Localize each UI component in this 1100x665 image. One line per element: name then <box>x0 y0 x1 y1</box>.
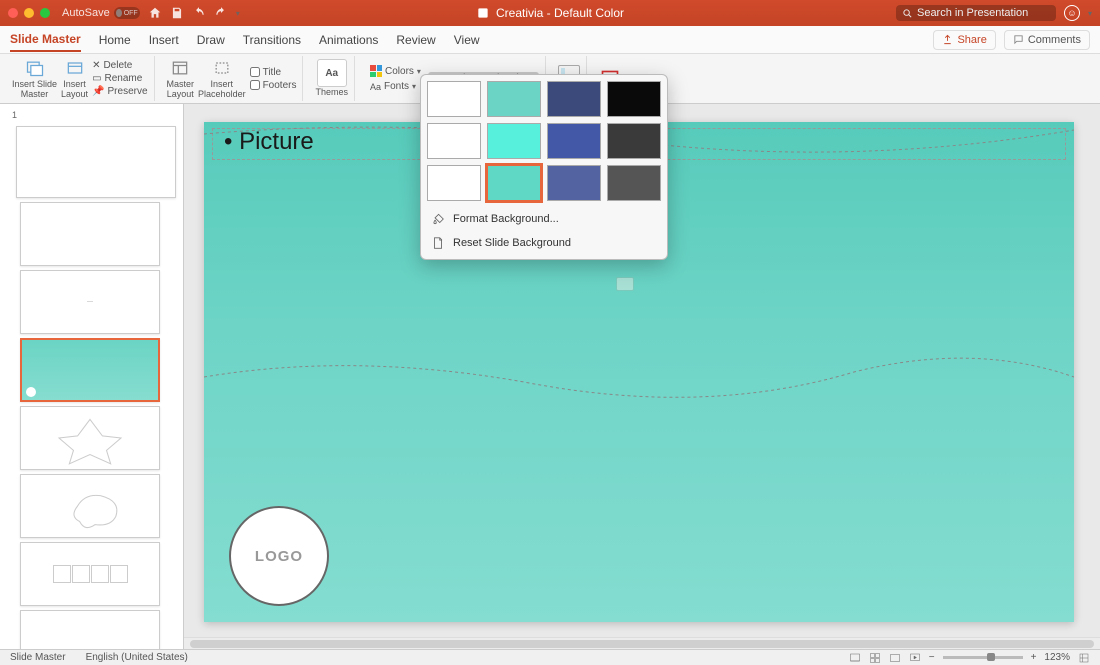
close-window[interactable] <box>8 8 18 18</box>
layout-thumb-5[interactable] <box>20 474 160 538</box>
reading-view-icon[interactable] <box>889 652 901 664</box>
rename-button[interactable]: ▭Rename <box>92 73 147 84</box>
background-style-swatch-1[interactable] <box>487 81 541 117</box>
redo-icon[interactable] <box>214 6 228 20</box>
layout-thumb-2[interactable]: — <box>20 270 160 334</box>
tab-insert[interactable]: Insert <box>149 33 179 47</box>
thumbnail-panel[interactable]: 1 — <box>0 104 184 649</box>
window-controls[interactable] <box>8 8 50 18</box>
background-style-swatch-2[interactable] <box>547 81 601 117</box>
home-icon[interactable] <box>148 6 162 20</box>
colors-dropdown[interactable]: Colors▾ <box>367 64 424 78</box>
title-bar: AutoSave OFF ▾ Creativia - Default Color… <box>0 0 1100 26</box>
insert-placeholder-button[interactable]: Insert Placeholder <box>198 57 246 100</box>
status-mode: Slide Master <box>10 652 66 663</box>
undo-icon[interactable] <box>192 6 206 20</box>
document-title: Creativia - Default Color <box>476 6 624 20</box>
sorter-view-icon[interactable] <box>869 652 881 664</box>
background-style-swatch-7[interactable] <box>607 123 661 159</box>
fonts-dropdown[interactable]: AaFonts▾ <box>367 80 424 93</box>
background-style-swatch-8[interactable] <box>427 165 481 201</box>
search-placeholder: Search in Presentation <box>917 7 1028 19</box>
zoom-slider[interactable] <box>943 656 1023 659</box>
layout-thumb-6[interactable] <box>20 542 160 606</box>
share-button[interactable]: Share <box>933 30 995 50</box>
title-checkbox[interactable]: Title <box>250 67 297 78</box>
save-icon[interactable] <box>170 6 184 20</box>
master-layout-button[interactable]: Master Layout <box>167 57 195 100</box>
layout-thumb-3[interactable] <box>20 338 160 402</box>
autosave-state: OFF <box>124 10 138 17</box>
layout-thumb-4[interactable] <box>20 406 160 470</box>
slideshow-icon[interactable] <box>909 652 921 664</box>
zoom-out[interactable]: − <box>929 652 935 663</box>
minimize-window[interactable] <box>24 8 34 18</box>
picture-placeholder-icon[interactable] <box>616 277 634 291</box>
tab-view[interactable]: View <box>454 33 480 47</box>
format-background-item[interactable]: Format Background... <box>421 207 667 231</box>
comment-icon <box>1013 34 1024 45</box>
tab-transitions[interactable]: Transitions <box>243 33 301 47</box>
themes-button[interactable]: Aa Themes <box>315 59 348 98</box>
background-style-swatch-11[interactable] <box>607 165 661 201</box>
background-style-swatch-10[interactable] <box>547 165 601 201</box>
background-styles-popover: Format Background... Reset Slide Backgro… <box>420 74 668 260</box>
qat-more[interactable]: ▾ <box>236 9 240 18</box>
page-icon <box>431 236 445 250</box>
autosave-toggle[interactable]: AutoSave OFF <box>62 7 140 19</box>
background-style-swatch-6[interactable] <box>547 123 601 159</box>
reset-background-item[interactable]: Reset Slide Background <box>421 231 667 255</box>
ribbon-tabs: Slide Master Home Insert Draw Transition… <box>0 26 1100 54</box>
share-icon <box>942 34 953 45</box>
layout-thumb-7[interactable] <box>20 610 160 649</box>
background-style-swatch-5[interactable] <box>487 123 541 159</box>
maximize-window[interactable] <box>40 8 50 18</box>
autosave-label: AutoSave <box>62 7 110 19</box>
background-style-swatch-3[interactable] <box>607 81 661 117</box>
account-icon[interactable]: ☺ <box>1064 5 1080 21</box>
app-icon <box>476 6 490 20</box>
master-number: 1 <box>12 110 17 120</box>
background-style-swatch-4[interactable] <box>427 123 481 159</box>
fit-icon[interactable] <box>1078 652 1090 664</box>
tab-draw[interactable]: Draw <box>197 33 225 47</box>
tab-home[interactable]: Home <box>99 33 131 47</box>
bucket-icon <box>431 212 445 226</box>
delete-button[interactable]: ✕Delete <box>92 60 147 71</box>
background-style-swatch-0[interactable] <box>427 81 481 117</box>
tab-slide-master[interactable]: Slide Master <box>10 32 81 52</box>
background-style-swatch-9[interactable] <box>487 165 541 201</box>
zoom-level[interactable]: 123% <box>1044 652 1070 663</box>
tab-review[interactable]: Review <box>396 33 435 47</box>
search-icon <box>902 8 913 19</box>
logo-placeholder[interactable]: LOGO <box>229 506 329 606</box>
account-menu[interactable]: ▾ <box>1088 9 1092 18</box>
tab-animations[interactable]: Animations <box>319 33 378 47</box>
search-input[interactable]: Search in Presentation <box>896 5 1056 21</box>
status-language[interactable]: English (United States) <box>86 652 188 663</box>
insert-layout-button[interactable]: Insert Layout <box>61 57 88 100</box>
horizontal-scrollbar[interactable] <box>184 637 1100 649</box>
normal-view-icon[interactable] <box>849 652 861 664</box>
status-bar: Slide Master English (United States) − +… <box>0 649 1100 665</box>
zoom-in[interactable]: + <box>1031 652 1037 663</box>
preserve-button[interactable]: 📌Preserve <box>92 86 147 97</box>
comments-button[interactable]: Comments <box>1004 30 1090 50</box>
insert-slide-master-button[interactable]: Insert Slide Master <box>12 57 57 100</box>
footers-checkbox[interactable]: Footers <box>250 80 297 91</box>
master-thumb[interactable] <box>16 126 176 198</box>
layout-thumb-1[interactable] <box>20 202 160 266</box>
